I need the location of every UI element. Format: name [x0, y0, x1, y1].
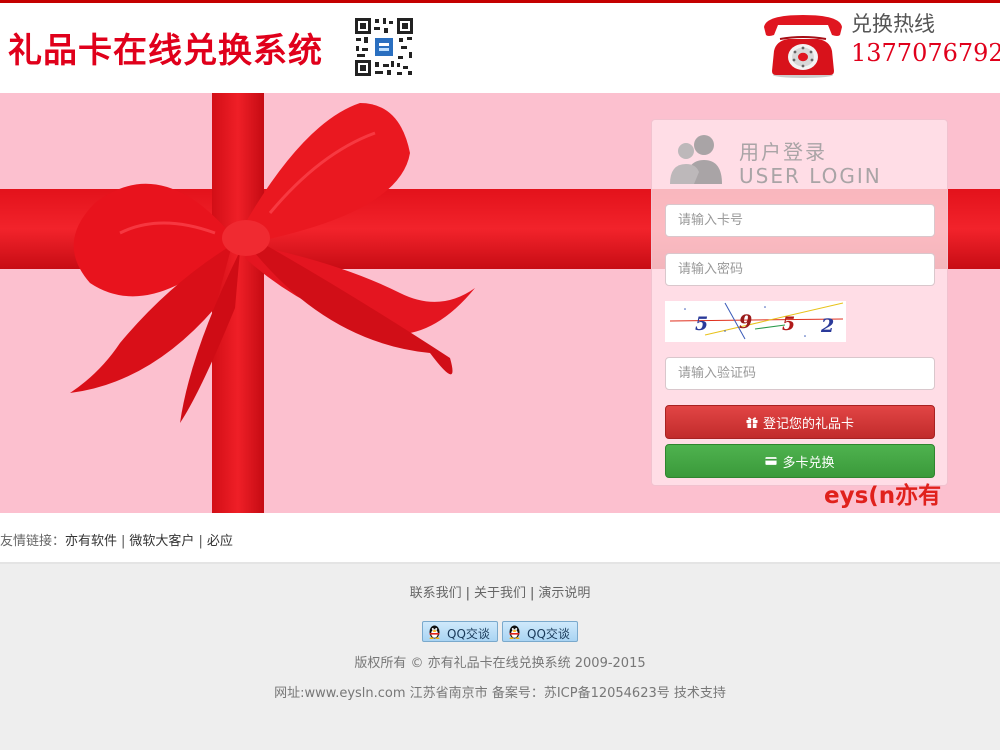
multi-button-label: 多卡兑换: [782, 455, 835, 471]
link-bing[interactable]: 必应: [207, 534, 233, 549]
divider: |: [465, 586, 470, 601]
captcha-char: 5: [782, 313, 795, 335]
register-button-label: 登记您的礼品卡: [762, 416, 854, 432]
captcha-char: 5: [695, 313, 708, 335]
qq-chat-button[interactable]: QQ交谈: [502, 621, 578, 642]
qq-buttons: QQ交谈 QQ交谈: [0, 621, 1000, 642]
site-title: 礼品卡在线兑换系统: [8, 31, 323, 71]
verification-code-input[interactable]: [665, 357, 935, 390]
captcha-char: 9: [739, 311, 752, 333]
login-title-cn: 用户登录: [739, 140, 827, 164]
footer-nav: 联系我们 | 关于我们 | 演示说明: [0, 582, 1000, 601]
friendly-links-label: 友情链接：: [0, 534, 66, 549]
divider: |: [530, 586, 535, 601]
telephone-icon: [764, 15, 842, 78]
qq-chat-label: QQ交谈: [527, 627, 570, 641]
footer-link-contact[interactable]: 联系我们: [410, 586, 462, 601]
card-icon: [765, 457, 778, 465]
qq-chat-button[interactable]: QQ交谈: [422, 621, 498, 642]
users-icon: [670, 135, 722, 184]
footer: 联系我们 | 关于我们 | 演示说明 QQ交谈 QQ交谈 版权所有 © 亦有礼品…: [0, 564, 1000, 750]
hotline-label: 兑换热线: [851, 12, 935, 36]
footer-link-about[interactable]: 关于我们: [474, 586, 526, 601]
divider: |: [198, 534, 203, 549]
qq-penguin-icon: [509, 625, 520, 639]
address-text: 网址:www.eysln.com 江苏省南京市 备案号：苏ICP备1205462…: [274, 686, 726, 701]
link-microsoft-enterprise[interactable]: 微软大客户: [129, 534, 194, 549]
footer-link-demo[interactable]: 演示说明: [538, 586, 590, 601]
login-panel: 用户登录 USER LOGIN 5 9 5 2 登记您的礼品卡 多卡兑换: [651, 119, 948, 509]
card-number-input[interactable]: [665, 204, 935, 237]
qq-penguin-icon: [429, 625, 440, 639]
captcha-char: 2: [820, 315, 834, 337]
hotline-number: 13770767926: [851, 39, 1000, 67]
copyright-text: 版权所有 © 亦有礼品卡在线兑换系统 2009-2015: [354, 656, 646, 671]
header: 礼品卡在线兑换系统 兑换热线 13770767926: [0, 0, 1000, 93]
qr-code-icon: [353, 16, 415, 78]
register-gift-card-button[interactable]: 登记您的礼品卡: [665, 405, 935, 439]
gift-icon: [746, 417, 758, 428]
password-input[interactable]: [665, 253, 935, 286]
divider: |: [121, 534, 126, 549]
captcha-image[interactable]: 5 9 5 2: [665, 301, 846, 342]
qq-chat-label: QQ交谈: [447, 627, 490, 641]
login-title-en: USER LOGIN: [739, 164, 882, 188]
eysln-brand-logo: eys(n亦有: [824, 483, 942, 509]
multi-card-exchange-button[interactable]: 多卡兑换: [665, 444, 935, 478]
link-yiyou-software[interactable]: 亦有软件: [65, 534, 117, 549]
friendly-links-bar: 友情链接：亦有软件 | 微软大客户 | 必应: [0, 513, 1000, 564]
